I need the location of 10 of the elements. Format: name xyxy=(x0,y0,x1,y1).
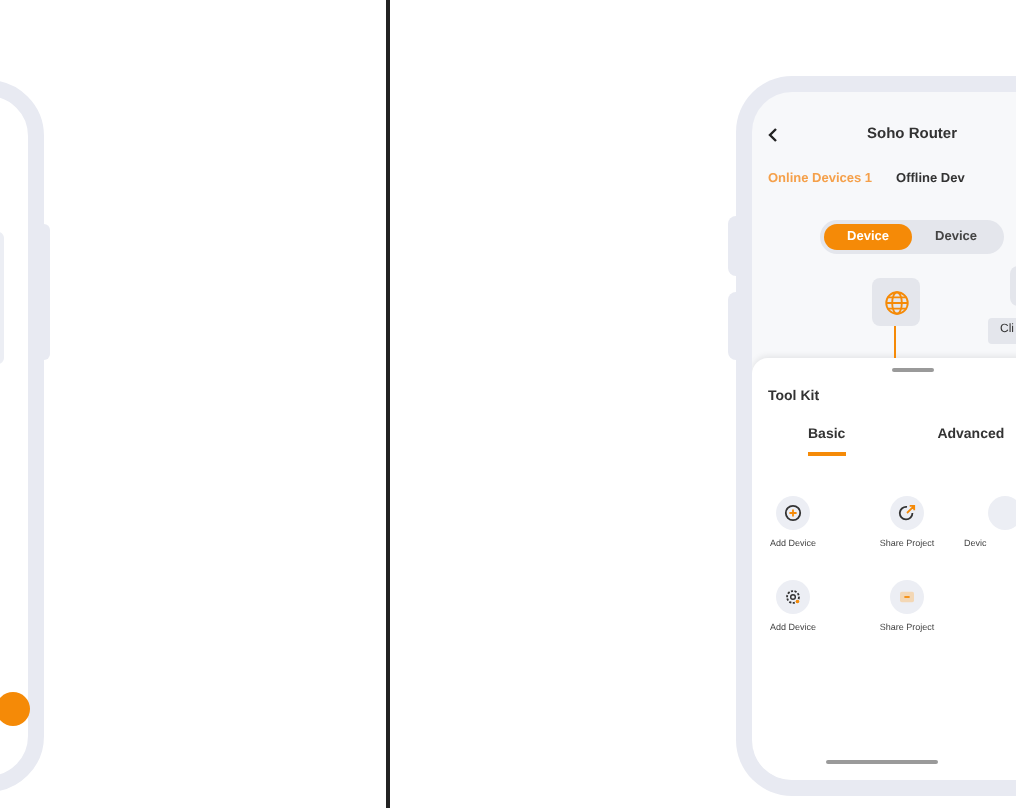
home-indicator xyxy=(826,760,938,764)
gear-icon xyxy=(784,587,802,606)
globe-node[interactable] xyxy=(872,278,920,326)
plus-circle-icon xyxy=(784,504,802,522)
globe-icon xyxy=(883,289,909,315)
back-icon[interactable] xyxy=(768,127,778,141)
drag-handle[interactable] xyxy=(891,368,933,372)
card-icon xyxy=(898,589,916,604)
connector-line xyxy=(894,326,896,358)
share-arrow-icon xyxy=(898,504,916,522)
